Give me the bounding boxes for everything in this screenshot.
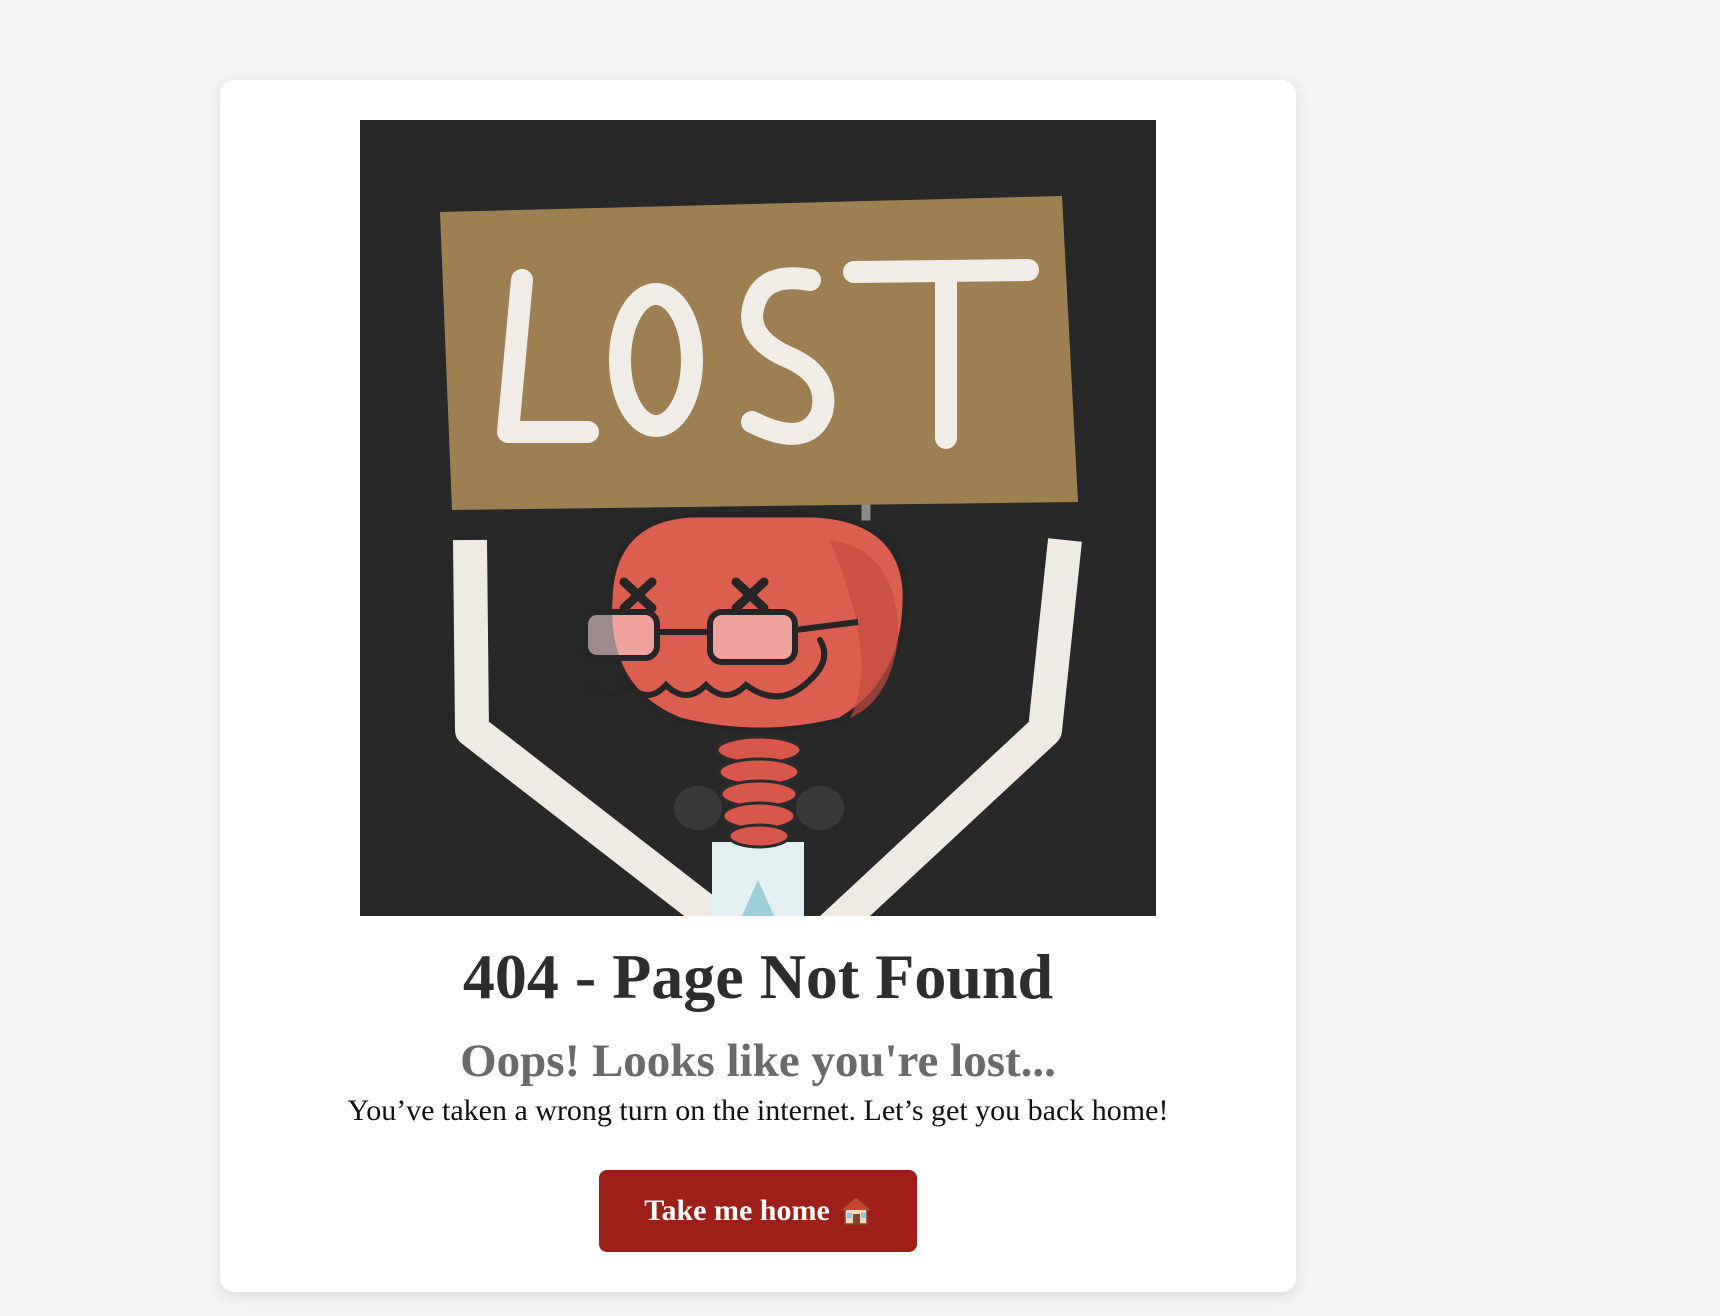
house-icon xyxy=(839,1195,872,1227)
lost-robot-illustration xyxy=(360,120,1156,916)
error-card: 404 - Page Not Found Oops! Looks like yo… xyxy=(220,80,1296,1292)
error-message: You’ve taken a wrong turn on the interne… xyxy=(347,1094,1169,1127)
page-title: 404 - Page Not Found xyxy=(462,941,1054,1012)
take-me-home-button[interactable]: Take me home xyxy=(599,1170,917,1252)
page-subtitle: Oops! Looks like you're lost... xyxy=(460,1035,1056,1087)
lost-robot-image xyxy=(440,196,1082,916)
home-button-label: Take me home xyxy=(644,1194,830,1227)
